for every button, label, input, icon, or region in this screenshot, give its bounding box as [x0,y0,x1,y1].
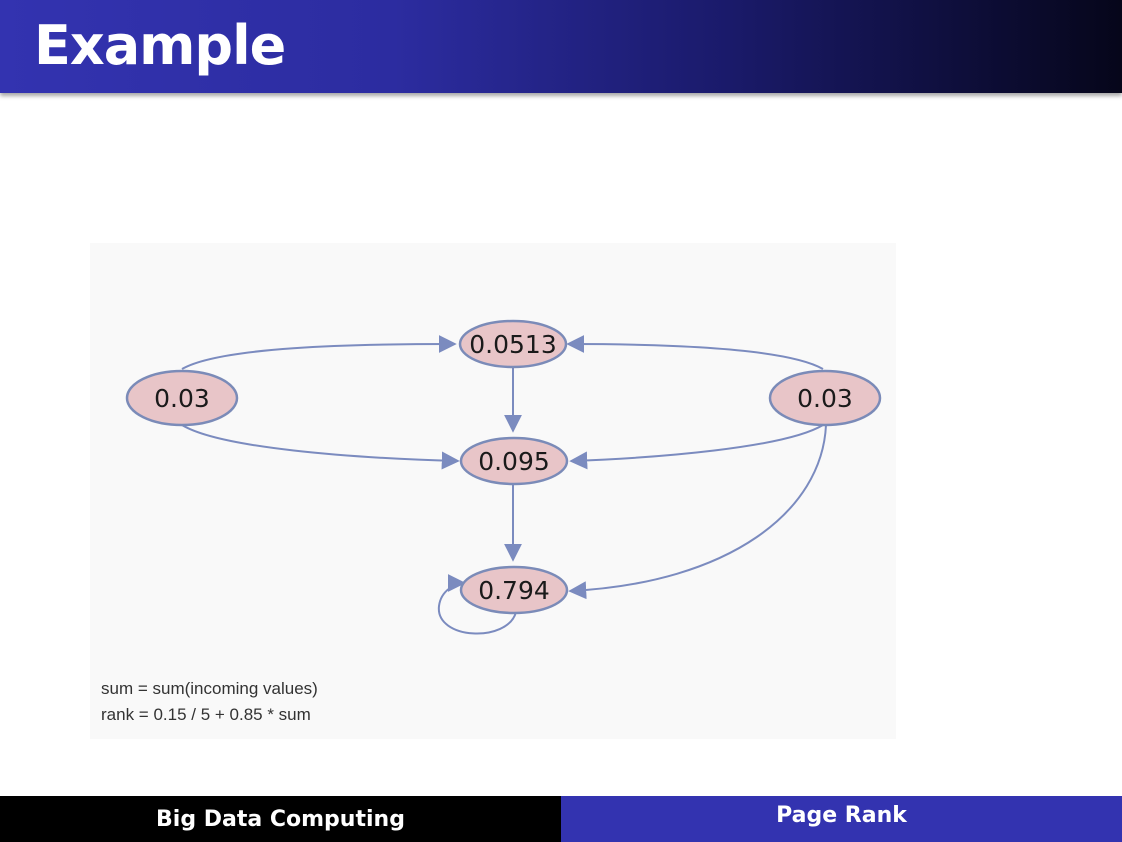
node-middle: 0.095 [459,436,569,486]
edge-right-to-top [566,335,824,370]
node-top: 0.0513 [458,319,568,369]
slide: Example 0.0513 0.03 0.03 0.095 0.794 sum… [0,0,1122,842]
edge-right-to-middle [569,424,824,470]
formula-rank: rank = 0.15 / 5 + 0.85 * sum [101,705,311,724]
node-bottom: 0.794 [459,565,569,615]
footer-course-label: Big Data Computing [156,807,405,832]
node-right: 0.03 [768,369,882,427]
pagerank-diagram: 0.0513 0.03 0.03 0.095 0.794 sum = sum(i… [90,243,896,739]
footer-topic: Page Rank [561,796,1122,842]
footer-topic-label: Page Rank [776,803,907,828]
formula-sum: sum = sum(incoming values) [101,679,318,698]
slide-title: Example [34,14,286,77]
node-top-label: 0.0513 [469,330,556,359]
edge-right-to-bottom [568,424,827,600]
graph-svg: 0.0513 0.03 0.03 0.095 0.794 [125,319,882,635]
node-left-label: 0.03 [154,384,210,413]
node-bottom-label: 0.794 [478,576,550,605]
node-left: 0.03 [125,369,239,427]
node-middle-label: 0.095 [478,447,550,476]
edge-left-to-middle [181,424,460,470]
footer-course: Big Data Computing [0,796,561,842]
edge-left-to-top [181,335,457,370]
node-right-label: 0.03 [797,384,853,413]
title-bar: Example [0,0,1122,93]
